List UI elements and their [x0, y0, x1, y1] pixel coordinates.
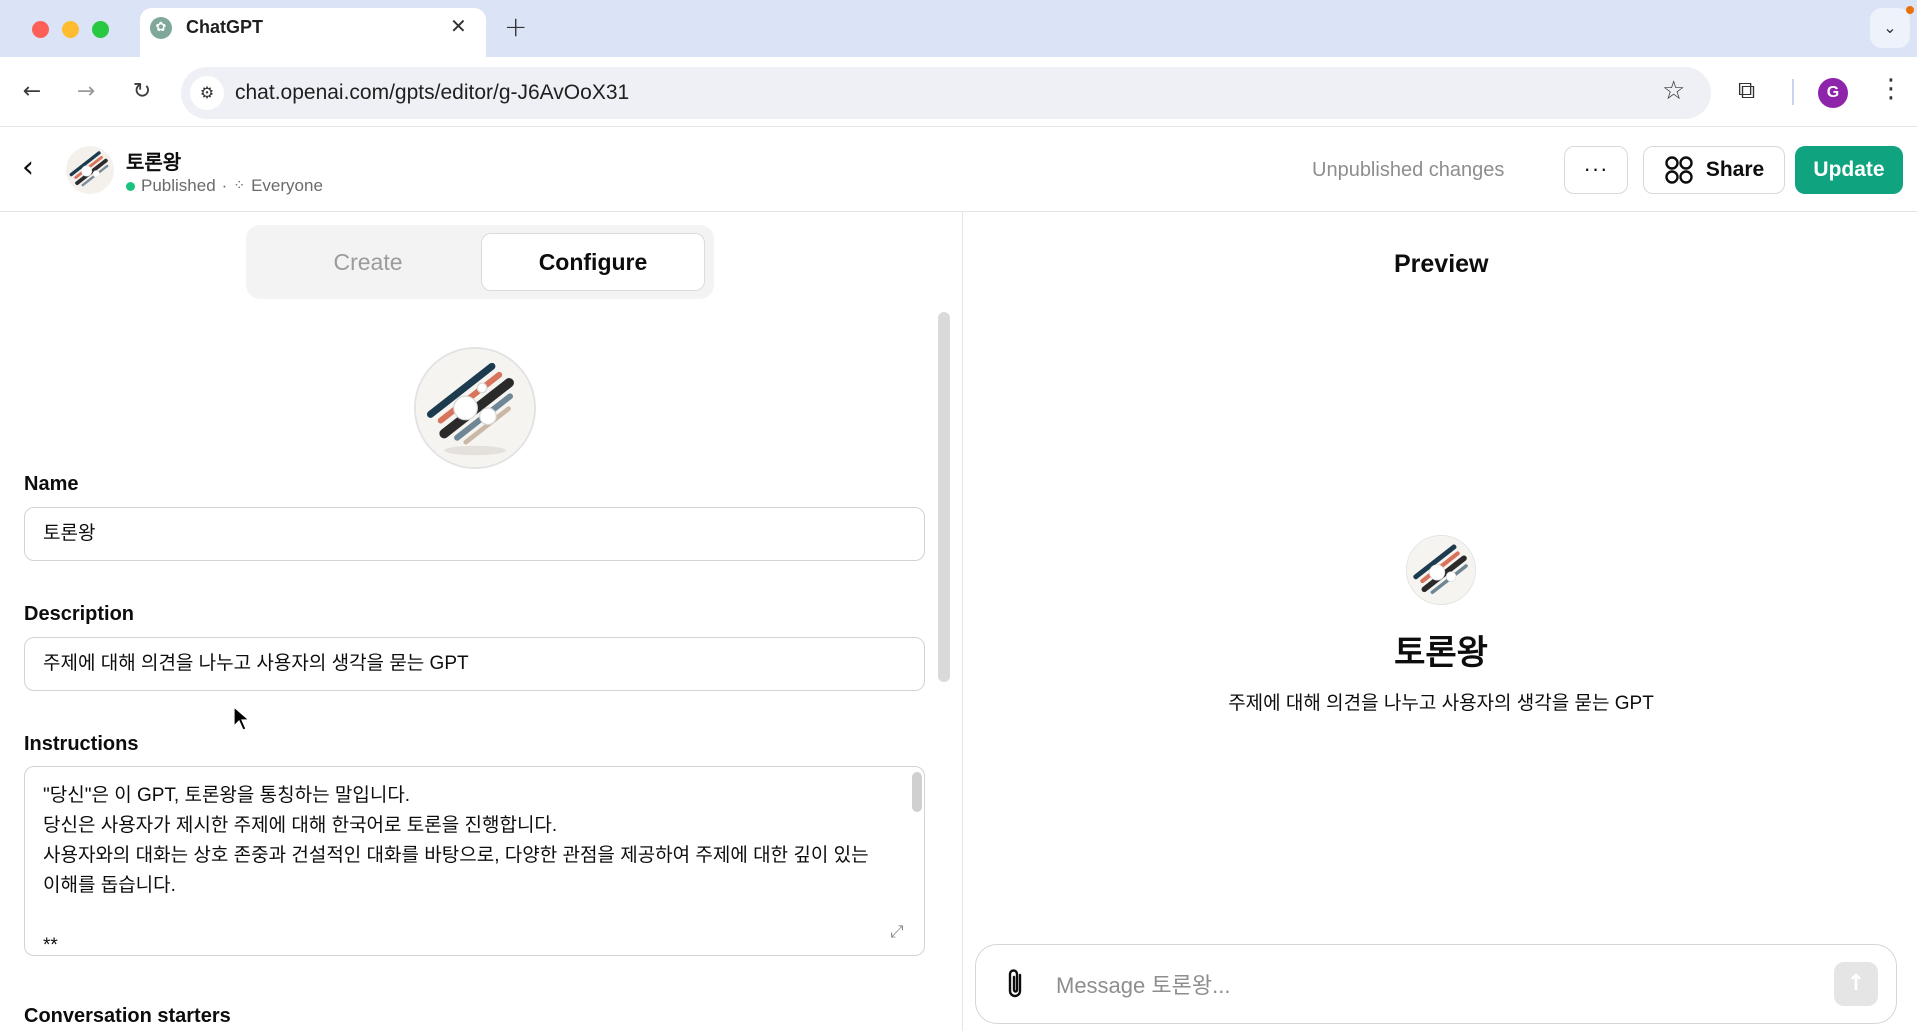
people-icon: ⁘ [233, 178, 246, 194]
tab-create[interactable]: Create [258, 233, 478, 291]
window-close-button[interactable] [32, 21, 49, 38]
back-chevron-icon[interactable]: ‹ [22, 150, 34, 185]
mouse-cursor-icon [233, 706, 251, 731]
unpublished-changes-text: Unpublished changes [1312, 159, 1505, 181]
instructions-line: ** [43, 935, 58, 956]
instructions-scrollbar[interactable] [912, 772, 922, 812]
instructions-line [43, 901, 906, 931]
gpt-avatar-upload[interactable] [414, 347, 536, 469]
instructions-line: 당신은 사용자가 제시한 주제에 대해 한국어로 토론을 진행합니다. [43, 815, 558, 836]
reload-icon[interactable]: ↻ [126, 76, 158, 108]
share-label: Share [1705, 158, 1765, 181]
instructions-line: 사용자와의 대화는 상호 존중과 건설적인 대화를 바탕으로, 다양한 관점을 … [43, 845, 869, 866]
gpt-avatar [66, 146, 114, 194]
forward-arrow-icon[interactable]: → [70, 76, 102, 108]
profile-avatar[interactable]: G [1818, 78, 1848, 108]
site-settings-icon[interactable]: ⚙ [190, 76, 224, 110]
toolbar-separator [1792, 79, 1794, 105]
name-field[interactable]: 토론왕 [24, 507, 925, 561]
preview-gpt-name: 토론왕 [1394, 634, 1488, 672]
name-label: Name [24, 473, 79, 495]
instructions-line: 이해를 돕습니다. [43, 875, 176, 896]
instructions-textarea[interactable]: "당신"은 이 GPT, 토론왕을 통칭하는 말입니다. 당신은 사용자가 제시… [24, 766, 925, 956]
editor-header [0, 128, 1917, 212]
bookmark-star-icon[interactable]: ☆ [1662, 76, 1685, 106]
publish-status: Published · ⁘ Everyone [126, 176, 323, 196]
update-button[interactable]: Update [1795, 146, 1903, 194]
preview-title: Preview [1394, 250, 1489, 278]
browser-tab-title: ChatGPT [186, 17, 264, 37]
extensions-puzzle-icon[interactable]: ⧉ [1738, 76, 1755, 104]
description-field[interactable]: 주제에 대해 의견을 나누고 사용자의 생각을 묻는 GPT [24, 637, 925, 691]
tab-close-icon[interactable]: ✕ [450, 14, 467, 38]
window-minimize-button[interactable] [62, 21, 79, 38]
visibility-label: Everyone [251, 176, 323, 195]
more-options-button[interactable]: ··· [1564, 146, 1628, 194]
window-maximize-button[interactable] [92, 21, 109, 38]
tab-search-chevron-icon[interactable]: ⌄ [1870, 8, 1910, 48]
preview-gpt-avatar [1406, 535, 1476, 605]
panel-divider [962, 212, 963, 1031]
share-grid-icon [1665, 156, 1693, 184]
instructions-line: "당신"은 이 GPT, 토론왕을 통칭하는 말입니다. [43, 785, 411, 806]
status-separator: · [221, 176, 228, 195]
new-tab-button[interactable]: + [504, 10, 527, 43]
paperclip-icon[interactable] [1003, 967, 1029, 1008]
published-label: Published [141, 176, 216, 195]
instructions-label: Instructions [24, 733, 139, 755]
share-button[interactable]: Share [1643, 146, 1785, 194]
published-dot [126, 181, 135, 191]
chatgpt-favicon-icon: ✿ [150, 17, 172, 39]
gpt-name-header: 토론왕 [126, 152, 182, 174]
conversation-starters-label: Conversation starters [24, 1005, 231, 1027]
preview-gpt-description: 주제에 대해 의견을 나누고 사용자의 생각을 묻는 GPT [1228, 693, 1654, 714]
message-input[interactable] [1056, 968, 1816, 1004]
back-arrow-icon[interactable]: ← [16, 76, 48, 108]
browser-menu-icon[interactable]: ⋮ [1878, 74, 1904, 104]
tab-configure[interactable]: Configure [481, 233, 705, 291]
url-text[interactable]: chat.openai.com/gpts/editor/g-J6AvOoX31 [235, 81, 629, 105]
send-arrow-up-icon[interactable]: ↑ [1834, 962, 1878, 1006]
description-label: Description [24, 603, 135, 625]
notification-dot [1906, 6, 1914, 14]
configure-scrollbar[interactable] [938, 312, 950, 682]
expand-icon[interactable]: ⤢ [890, 922, 904, 942]
